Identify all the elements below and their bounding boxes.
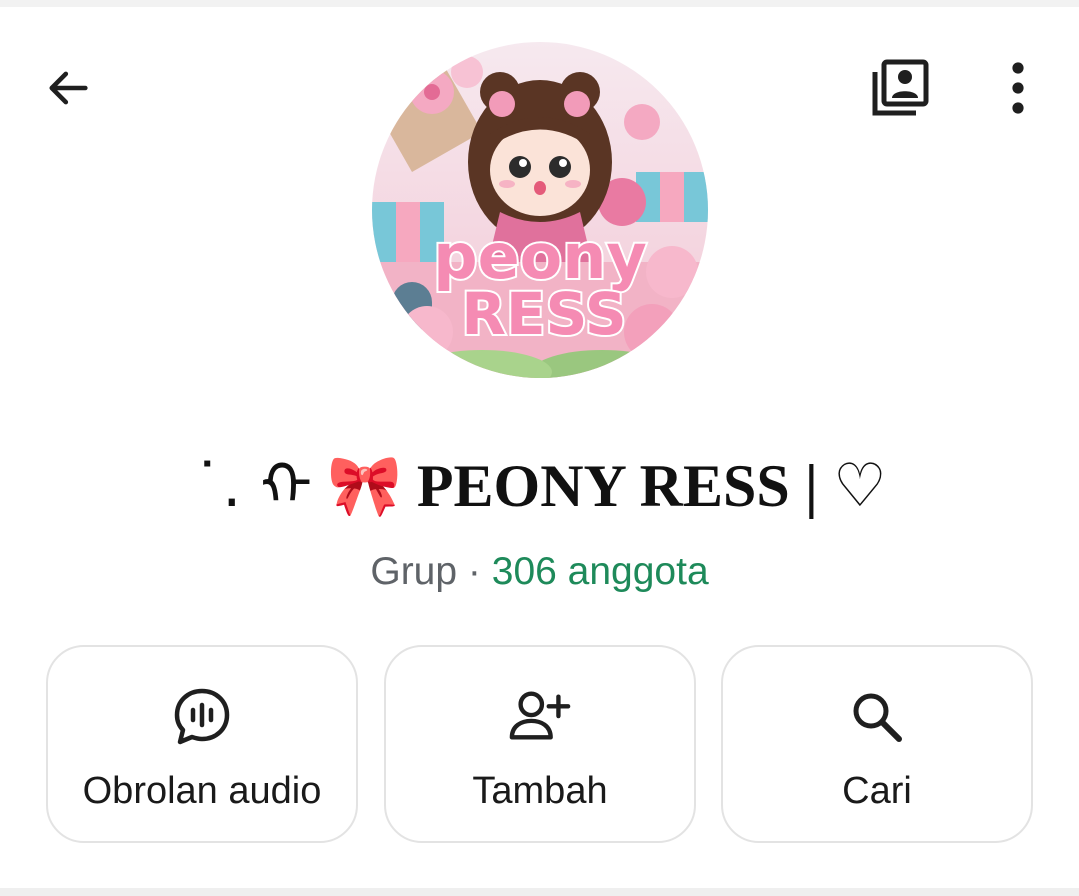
add-member-label: Tambah (472, 770, 608, 812)
audio-chat-label: Obrolan audio (82, 770, 322, 812)
media-gallery-icon (872, 59, 929, 116)
status-strip (0, 0, 1079, 7)
more-options-button[interactable] (990, 50, 1046, 126)
ribbon-emoji: 🎀 (327, 451, 402, 521)
member-count-link[interactable]: 306 anggota (492, 550, 709, 593)
search-icon (845, 685, 909, 749)
media-button[interactable] (860, 48, 940, 128)
audio-chat-icon (170, 685, 234, 749)
search-button[interactable]: Cari (721, 645, 1033, 843)
group-subtitle: Grup · 306 anggota (0, 544, 1079, 600)
group-type: Grup (370, 550, 458, 593)
add-member-button[interactable]: Tambah (384, 645, 696, 843)
group-avatar-image: peony RESS (372, 42, 708, 378)
arrow-left-icon (49, 71, 88, 105)
group-name-text: PEONY RESS | ♡ (416, 453, 887, 519)
section-divider (0, 888, 1079, 896)
add-person-icon (508, 685, 572, 749)
more-vertical-icon (1012, 62, 1024, 114)
back-button[interactable] (30, 50, 106, 126)
search-label: Cari (842, 770, 912, 812)
group-name-prefix: ˙. ᡣ (192, 451, 313, 521)
group-name: ˙. ᡣ 🎀 PEONY RESS | ♡ (0, 446, 1079, 526)
group-avatar[interactable]: peony RESS (372, 42, 708, 378)
audio-chat-button[interactable]: Obrolan audio (46, 645, 358, 843)
avatar-logo-line2: RESS (461, 280, 626, 348)
subtitle-separator: · (467, 550, 481, 593)
